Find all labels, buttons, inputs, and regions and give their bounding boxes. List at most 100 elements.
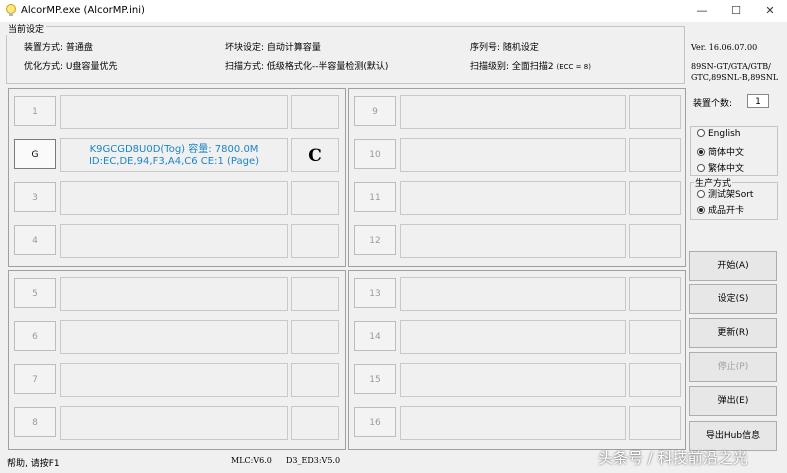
flash-info-text: K9GCGD8U0D(Tog) 容量: 7800.0M ID:EC,DE,94,… [61, 144, 287, 168]
radio-dot [697, 129, 705, 137]
flash-id-line: ID:EC,DE,94,F3,A4,C6 CE:1 (Page) [88, 156, 260, 167]
scan-mode-text: 扫描方式: 低级格式化--半容量检测(默认) [225, 62, 389, 72]
slot-panel-2: 9 10 11 12 [348, 88, 686, 267]
start-button[interactable]: 开始(A) [689, 251, 777, 281]
slot-row: 1 [9, 91, 345, 131]
slot-row: 6 [9, 316, 345, 356]
scan-level-text: 扫描级别: 全面扫描2 (ECC = 8) [470, 62, 591, 72]
slot-panel-4: 13 14 15 16 [348, 270, 686, 450]
slot-status-box [629, 138, 681, 172]
slot-row-active: G K9GCGD8U0D(Tog) 容量: 7800.0M ID:EC,DE,9… [9, 134, 345, 174]
slot-info-box [60, 406, 288, 440]
slot-number: 12 [354, 225, 396, 255]
slot-status-box [629, 181, 681, 215]
device-mode-text: 装置方式: 普通盘 [24, 43, 93, 53]
app-bulb-icon [6, 4, 16, 16]
slot-status-box [629, 224, 681, 258]
radio-dot [697, 164, 705, 172]
slot-number: 15 [354, 364, 396, 394]
slot-info-box [400, 95, 626, 129]
slot-info-box [60, 320, 288, 354]
flash-capacity-line: K9GCGD8U0D(Tog) 容量: 7800.0M [89, 144, 259, 155]
slot-number-active[interactable]: G [14, 139, 56, 169]
bad-block-text: 坏块设定: 自动计算容量 [225, 43, 321, 53]
slot-row: 4 [9, 220, 345, 260]
radio-test-sort[interactable]: 测试架Sort [697, 187, 753, 200]
radio-dot-selected [697, 148, 705, 156]
refresh-button[interactable]: 更新(R) [689, 318, 777, 348]
slot-panel-1: 1 G K9GCGD8U0D(Tog) 容量: 7800.0M ID:EC,DE… [8, 88, 346, 267]
model-line-1: 89SN-GT/GTA/GTB/ [691, 62, 771, 71]
slot-status-box [291, 363, 339, 397]
slot-info-box [400, 363, 626, 397]
slot-status-box: C [291, 138, 339, 172]
slot-number: 6 [14, 321, 56, 351]
device-count-label: 装置个数: [693, 99, 733, 109]
slot-info-box [60, 181, 288, 215]
slot-status-box [291, 277, 339, 311]
slot-info-box [60, 224, 288, 258]
minimize-button[interactable]: — [685, 0, 719, 22]
slot-status-box [291, 224, 339, 258]
stop-button[interactable]: 停止(P) [689, 352, 777, 382]
radio-traditional-chinese[interactable]: 繁体中文 [697, 161, 744, 174]
slot-status-box [629, 363, 681, 397]
slot-info-box [400, 181, 626, 215]
slot-panel-3: 5 6 7 8 [8, 270, 346, 450]
version-text: Ver. 16.06.07.00 [691, 43, 758, 52]
watermark-text: 头条号 / 科技前沿之光 [598, 449, 748, 467]
eject-button[interactable]: 弹出(E) [689, 386, 777, 416]
slot-number: 13 [354, 278, 396, 308]
slot-row: 10 [349, 134, 685, 174]
slot-info-box [400, 138, 626, 172]
slot-number: 3 [14, 182, 56, 212]
maximize-button[interactable]: ☐ [719, 0, 753, 22]
slot-number: 8 [14, 407, 56, 437]
current-settings-group [6, 26, 685, 84]
mlc-version: MLC:V6.0 [231, 456, 272, 465]
slot-row: 7 [9, 359, 345, 399]
close-button[interactable]: ✕ [753, 0, 787, 22]
slot-status-box [291, 320, 339, 354]
slot-number: 9 [354, 96, 396, 126]
slot-number: 5 [14, 278, 56, 308]
slot-status-box [629, 277, 681, 311]
slot-row: 5 [9, 273, 345, 313]
slot-number: 16 [354, 407, 396, 437]
optimize-mode-text: 优化方式: U盘容量优先 [24, 62, 118, 72]
slot-info-box [60, 95, 288, 129]
slot-number: 11 [354, 182, 396, 212]
radio-english[interactable]: English [697, 129, 741, 139]
slot-number: 4 [14, 225, 56, 255]
model-line-2: GTC,89SNL-B,89SNL [691, 73, 779, 82]
slot-info-box [400, 406, 626, 440]
slot-info-box [400, 224, 626, 258]
slot-status-box [629, 406, 681, 440]
slot-row: 3 [9, 177, 345, 217]
slot-row: 15 [349, 359, 685, 399]
slot-status-box [291, 181, 339, 215]
slot-row: 13 [349, 273, 685, 313]
slot-number: 10 [354, 139, 396, 169]
slot-info-box [400, 320, 626, 354]
serial-text: 序列号: 随机设定 [470, 43, 539, 53]
slot-status-box [291, 406, 339, 440]
slot-row: 9 [349, 91, 685, 131]
radio-finished-product[interactable]: 成品开卡 [697, 203, 744, 216]
window-title: AlcorMP.exe (AlcorMP.ini) [21, 5, 145, 16]
slot-row: 8 [9, 402, 345, 442]
slot-info-box [60, 277, 288, 311]
radio-dot-selected [697, 206, 705, 214]
slot-status-box [629, 320, 681, 354]
slot-row: 16 [349, 402, 685, 442]
radio-simplified-chinese[interactable]: 简体中文 [697, 145, 744, 158]
help-text: 帮助, 请按F1 [7, 459, 60, 469]
slot-info-box [400, 277, 626, 311]
slot-info-box: K9GCGD8U0D(Tog) 容量: 7800.0M ID:EC,DE,94,… [60, 138, 288, 172]
ed3-version: D3_ED3:V5.0 [286, 456, 341, 465]
settings-button[interactable]: 设定(S) [689, 284, 777, 314]
slot-row: 14 [349, 316, 685, 356]
slot-number: 14 [354, 321, 396, 351]
title-bar: AlcorMP.exe (AlcorMP.ini) — ☐ ✕ [0, 0, 787, 22]
slot-row: 11 [349, 177, 685, 217]
